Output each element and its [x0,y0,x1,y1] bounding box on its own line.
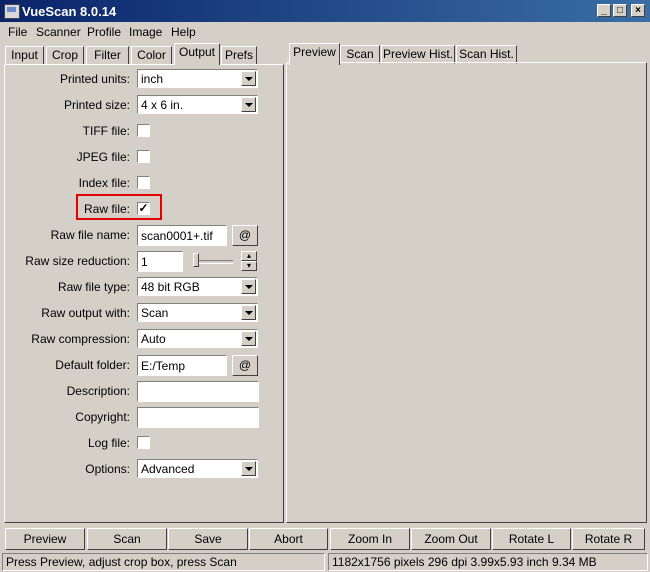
scan-button[interactable]: Scan [87,528,167,550]
status-image-info: 1182x1756 pixels 296 dpi 3.99x5.93 inch … [328,553,648,571]
raw-file-name-input[interactable]: scan0001+.tif [137,225,227,246]
app-icon [4,4,20,19]
window-title: VueScan 8.0.14 [22,4,117,19]
options-label: Options: [85,462,130,476]
default-folder-label: Default folder: [55,358,130,372]
options-select[interactable]: Advanced [137,459,258,478]
tab-preview[interactable]: Preview [289,43,340,65]
description-label: Description: [66,384,130,398]
rotate-left-button[interactable]: Rotate L [492,528,571,550]
status-message: Press Preview, adjust crop box, press Sc… [2,553,325,571]
default-folder-input[interactable]: E:/Temp [137,355,227,376]
menu-scanner[interactable]: Scanner [36,25,81,39]
tab-output[interactable]: Output [174,43,220,65]
dropdown-arrow-icon[interactable] [241,305,256,320]
dropdown-arrow-icon[interactable] [241,461,256,476]
tiff-file-label: TIFF file: [82,124,130,138]
raw-compression-label: Raw compression: [31,332,130,346]
tab-color[interactable]: Color [131,46,172,65]
menu-bar: File Scanner Profile Image Help [0,22,650,41]
preview-area[interactable] [286,62,647,523]
copyright-input[interactable] [137,407,259,428]
jpeg-file-label: JPEG file: [76,150,130,164]
raw-file-name-browse-button[interactable]: @ [232,225,258,246]
preview-button[interactable]: Preview [5,528,85,550]
zoom-in-button[interactable]: Zoom In [330,528,410,550]
default-folder-browse-button[interactable]: @ [232,355,258,376]
slider-icon[interactable] [193,253,233,269]
tab-prefs[interactable]: Prefs [221,46,257,65]
dropdown-arrow-icon[interactable] [241,279,256,294]
description-input[interactable] [137,381,259,402]
rotate-right-button[interactable]: Rotate R [572,528,645,550]
dropdown-arrow-icon[interactable] [241,71,256,86]
copyright-label: Copyright: [75,410,130,424]
save-button[interactable]: Save [168,528,248,550]
printed-size-label: Printed size: [63,98,130,112]
printed-size-select[interactable]: 4 x 6 in. [137,95,258,114]
raw-output-with-label: Raw output with: [41,306,130,320]
menu-file[interactable]: File [8,25,27,39]
raw-compression-select[interactable]: Auto [137,329,258,348]
abort-button[interactable]: Abort [249,528,328,550]
close-icon[interactable]: × [631,4,645,17]
dropdown-arrow-icon[interactable] [241,97,256,112]
raw-size-reduction-label: Raw size reduction: [25,254,130,268]
index-file-checkbox[interactable] [137,176,150,189]
jpeg-file-checkbox[interactable] [137,150,150,163]
menu-image[interactable]: Image [129,25,162,39]
dropdown-arrow-icon[interactable] [241,331,256,346]
title-bar: VueScan 8.0.14 _ □ × [0,0,650,22]
printed-units-select[interactable]: inch [137,69,258,88]
raw-output-with-select[interactable]: Scan [137,303,258,322]
raw-file-type-label: Raw file type: [57,280,130,294]
menu-profile[interactable]: Profile [87,25,121,39]
spin-icon[interactable]: ▴ ▾ [241,251,257,271]
index-file-label: Index file: [78,176,130,190]
tab-filter[interactable]: Filter [86,46,129,65]
raw-file-name-label: Raw file name: [50,228,130,242]
tab-crop[interactable]: Crop [46,46,84,65]
tiff-file-checkbox[interactable] [137,124,150,137]
zoom-out-button[interactable]: Zoom Out [411,528,491,550]
log-file-label: Log file: [87,436,130,450]
printed-units-label: Printed units: [59,72,130,86]
highlight-box [76,194,162,220]
log-file-checkbox[interactable] [137,436,150,449]
minimize-icon[interactable]: _ [597,4,611,17]
tab-input[interactable]: Input [5,46,44,65]
raw-size-reduction-input[interactable]: 1 [137,251,183,272]
menu-help[interactable]: Help [171,25,196,39]
raw-file-type-select[interactable]: 48 bit RGB [137,277,258,296]
maximize-icon[interactable]: □ [613,4,627,17]
